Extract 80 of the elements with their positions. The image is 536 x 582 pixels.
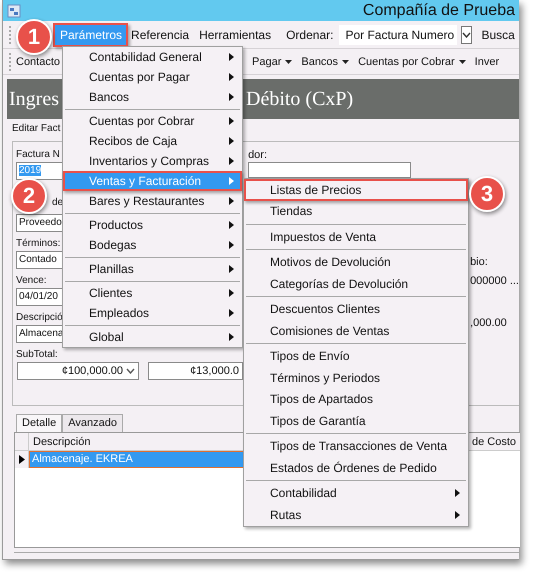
menu-item[interactable]: Rutas — [244, 504, 468, 526]
submenu-arrow-icon — [229, 177, 234, 185]
menu-item[interactable]: Contabilidad General — [63, 47, 242, 67]
field-label: Descripció — [16, 311, 63, 325]
submenu-arrow-icon — [229, 137, 234, 145]
sort-dropdown[interactable]: Por Factura Numero — [339, 24, 458, 44]
chevron-down-icon — [126, 368, 135, 374]
menu-item[interactable]: Empleados — [63, 303, 242, 323]
submenu-arrow-icon — [229, 333, 234, 341]
submenu-arrow-icon — [229, 117, 234, 125]
field-text: bio: — [470, 256, 489, 268]
form-title: Ingres — [9, 88, 59, 110]
menu-bar-item[interactable]: Herramientas — [194, 24, 276, 44]
menu-item[interactable]: Listas de Precios — [244, 179, 468, 200]
field-label: SubTotal: — [16, 348, 58, 362]
field-label: dor: — [248, 148, 268, 162]
submenu-arrow-icon — [455, 510, 460, 519]
menu-item[interactable]: Planillas — [63, 259, 242, 279]
field-label: Vence: — [16, 274, 47, 288]
menu-item[interactable]: Comisiones de Ventas — [244, 320, 468, 342]
submenu-arrow-icon — [229, 309, 234, 317]
tab[interactable]: Avanzado — [62, 414, 123, 432]
column-header[interactable]: Descripción — [29, 436, 229, 448]
current-row-icon — [18, 455, 24, 464]
form-title: Débito (CxP) — [246, 88, 354, 110]
menu-item[interactable]: Contabilidad — [244, 482, 468, 504]
menu-item[interactable]: Impuestos de Venta — [244, 226, 468, 248]
submenu-arrow-icon — [455, 489, 460, 498]
submenu-arrow-icon — [229, 265, 234, 273]
menu-item[interactable]: Tiendas — [244, 200, 468, 222]
menu-item[interactable]: Cuentas por Pagar — [63, 67, 242, 87]
menu-item[interactable]: Bancos — [63, 87, 242, 107]
submenu-arrow-icon — [229, 73, 234, 81]
caret-icon — [342, 60, 350, 64]
menu-item[interactable]: Estados de Órdenes de Pedido — [244, 457, 468, 478]
menu-bar-item[interactable]: Busca — [476, 24, 520, 44]
field-label: Factura N — [16, 148, 60, 162]
caret-icon — [285, 60, 292, 64]
toolbar-menu[interactable]: Inver — [474, 56, 508, 68]
menu-item[interactable]: Bares y Restaurantes — [63, 191, 242, 211]
menu-item[interactable]: Recibos de Caja — [63, 131, 242, 151]
section-label: Editar Fact — [12, 122, 60, 136]
chevron-down-icon — [462, 32, 472, 38]
submenu-arrow-icon — [229, 157, 234, 165]
submenu-arrow-icon — [229, 53, 234, 61]
menu-item[interactable]: Descuentos Clientes — [244, 298, 468, 320]
grip-handle[interactable] — [9, 52, 12, 70]
toolbar-menu[interactable]: Pagar — [252, 56, 302, 68]
column-header[interactable]: de Costo — [470, 436, 520, 448]
submenu-arrow-icon — [229, 289, 234, 297]
submenu-arrow-icon — [229, 197, 234, 205]
submenu-arrow-icon — [229, 221, 234, 229]
amount-field[interactable]: ¢13,000.0 — [148, 362, 243, 380]
toolbar-menu[interactable]: Bancos — [301, 56, 358, 68]
toolbar-menu[interactable]: Cuentas por Cobrar — [358, 56, 475, 68]
small-button[interactable]: de — [52, 197, 66, 209]
menu-item[interactable]: Tipos de Transacciones de Venta — [244, 436, 468, 457]
caret-icon — [458, 60, 466, 64]
submenu-arrow-icon — [229, 241, 234, 249]
menu-item[interactable]: Tipos de Garantía — [244, 410, 468, 432]
tab[interactable]: Detalle — [16, 414, 62, 432]
app-icon[interactable] — [7, 4, 21, 18]
menu-item[interactable]: Cuentas por Cobrar — [63, 111, 242, 131]
amount-field[interactable]: ¢100,000.00 — [17, 362, 139, 380]
menu-item[interactable]: Motivos de Devolución — [244, 252, 468, 273]
menu-item[interactable]: Términos y Periodos — [244, 367, 468, 388]
grip-handle[interactable] — [9, 26, 11, 44]
field-text: 000000 ... — [470, 275, 519, 287]
menu-item[interactable]: Tipos de Envío — [244, 346, 468, 367]
menu-bar-item[interactable]: Referencia — [126, 24, 194, 44]
window-title: Compañía de Prueba — [362, 2, 515, 20]
supplier-dropdown[interactable] — [248, 162, 412, 178]
sort-label: Ordenar: — [285, 28, 334, 42]
menu-item[interactable]: Categorías de Devolución — [244, 273, 468, 294]
toolbar-menu[interactable]: Contacto — [16, 56, 60, 68]
menu-item[interactable]: Tipos de Apartados — [244, 388, 468, 410]
field-label: Términos: — [16, 237, 60, 251]
dropdown-button[interactable] — [461, 26, 472, 44]
submenu-arrow-icon — [229, 93, 234, 101]
field-text: ,000.00 — [470, 317, 508, 329]
